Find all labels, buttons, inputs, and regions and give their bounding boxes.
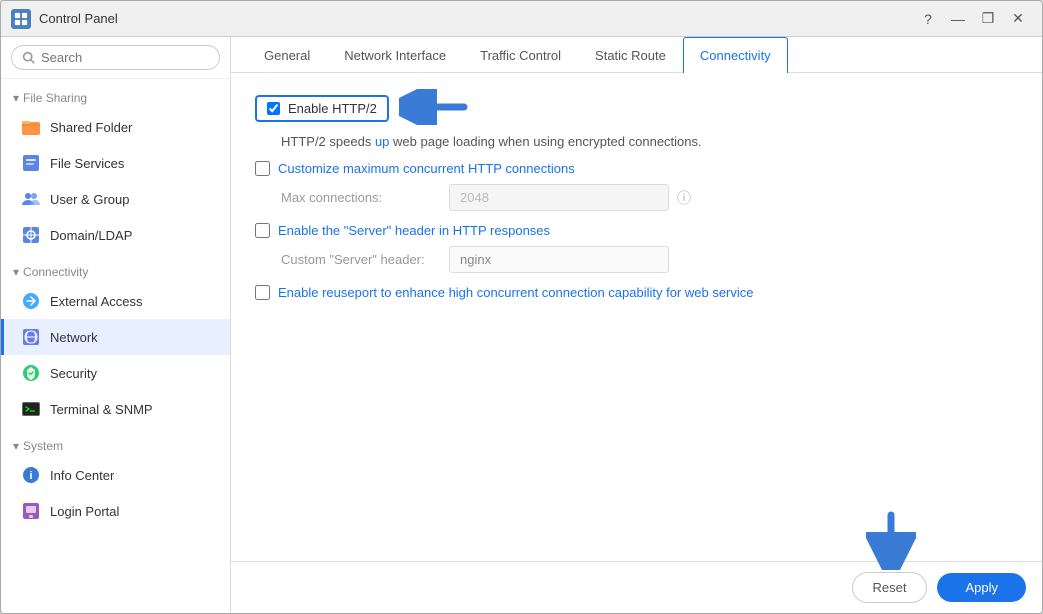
sidebar-label-file-services: File Services	[50, 156, 124, 171]
sidebar-item-shared-folder[interactable]: Shared Folder	[1, 109, 230, 145]
sidebar-item-file-services[interactable]: File Services	[1, 145, 230, 181]
sidebar-item-terminal-snmp[interactable]: Terminal & SNMP	[1, 391, 230, 427]
sidebar-item-network[interactable]: Network	[1, 319, 230, 355]
main-layout: File Sharing Shared Folder File Services	[1, 37, 1042, 613]
customize-connections-row: Customize maximum concurrent HTTP connec…	[255, 161, 1018, 176]
enable-server-header-row: Enable the "Server" header in HTTP respo…	[255, 223, 1018, 238]
help-button[interactable]: ?	[914, 5, 942, 33]
domain-icon	[20, 224, 42, 246]
enable-http2-container: Enable HTTP/2	[255, 95, 389, 122]
user-group-icon	[20, 188, 42, 210]
maximize-button[interactable]: ❐	[974, 5, 1002, 33]
http2-desc-link: up	[375, 134, 389, 149]
tab-general[interactable]: General	[247, 37, 327, 73]
tab-connectivity[interactable]: Connectivity	[683, 37, 788, 73]
file-services-icon	[20, 152, 42, 174]
enable-server-header-checkbox[interactable]	[255, 223, 270, 238]
sidebar-item-external-access[interactable]: External Access	[1, 283, 230, 319]
enable-http2-label[interactable]: Enable HTTP/2	[288, 101, 377, 116]
section-label-connectivity: Connectivity	[23, 265, 88, 279]
enable-reuseport-checkbox[interactable]	[255, 285, 270, 300]
window-controls: ? — ❐ ✕	[914, 5, 1032, 33]
section-file-sharing: File Sharing Shared Folder File Services	[1, 83, 230, 253]
enable-reuseport-label[interactable]: Enable reuseport to enhance high concurr…	[278, 285, 754, 300]
tab-network-interface[interactable]: Network Interface	[327, 37, 463, 73]
tab-bar: General Network Interface Traffic Contro…	[231, 37, 1042, 73]
chevron-system	[13, 439, 19, 453]
section-header-connectivity[interactable]: Connectivity	[1, 257, 230, 283]
bottom-bar: Reset Apply	[231, 561, 1042, 613]
tab-static-route[interactable]: Static Route	[578, 37, 683, 73]
enable-http2-checkbox[interactable]	[267, 102, 280, 115]
section-header-file-sharing[interactable]: File Sharing	[1, 83, 230, 109]
sidebar-label-security: Security	[50, 366, 97, 381]
sidebar-item-info-center[interactable]: i Info Center	[1, 457, 230, 493]
app-icon	[11, 9, 31, 29]
arrow-annotation-apply	[866, 510, 916, 573]
search-icon	[22, 51, 35, 64]
http2-desc-suffix: web page loading when using encrypted co…	[389, 134, 701, 149]
sidebar-label-external-access: External Access	[50, 294, 143, 309]
shared-folder-icon	[20, 116, 42, 138]
svg-text:i: i	[29, 470, 32, 482]
info-center-icon: i	[20, 464, 42, 486]
chevron-connectivity	[13, 265, 19, 279]
sidebar-label-domain-ldap: Domain/LDAP	[50, 228, 132, 243]
content-wrapper: General Network Interface Traffic Contro…	[231, 37, 1042, 613]
max-connections-input[interactable]	[449, 184, 669, 211]
security-icon	[20, 362, 42, 384]
customize-connections-checkbox[interactable]	[255, 161, 270, 176]
custom-server-header-label: Custom "Server" header:	[281, 252, 441, 267]
terminal-icon	[20, 398, 42, 420]
http2-desc-prefix: HTTP/2 speeds	[281, 134, 375, 149]
custom-server-header-row: Custom "Server" header:	[281, 246, 1018, 273]
http2-description: HTTP/2 speeds up web page loading when u…	[281, 134, 1018, 149]
reset-button[interactable]: Reset	[852, 572, 928, 603]
sidebar-item-security[interactable]: Security	[1, 355, 230, 391]
minimize-button[interactable]: —	[944, 5, 972, 33]
sidebar-label-info-center: Info Center	[50, 468, 114, 483]
network-icon	[20, 326, 42, 348]
sidebar-item-login-portal[interactable]: Login Portal	[1, 493, 230, 529]
sidebar-label-terminal-snmp: Terminal & SNMP	[50, 402, 153, 417]
close-button[interactable]: ✕	[1004, 5, 1032, 33]
max-connections-info-icon: ⓘ	[677, 188, 691, 208]
sidebar-item-user-group[interactable]: User & Group	[1, 181, 230, 217]
window-title: Control Panel	[39, 11, 906, 26]
section-header-system[interactable]: System	[1, 431, 230, 457]
section-label-file-sharing: File Sharing	[23, 91, 87, 105]
section-system: System i Info Center Login Portal	[1, 431, 230, 529]
customize-connections-label[interactable]: Customize maximum concurrent HTTP connec…	[278, 161, 575, 176]
search-box[interactable]	[11, 45, 220, 70]
enable-reuseport-row: Enable reuseport to enhance high concurr…	[255, 285, 1018, 300]
sidebar-label-network: Network	[50, 330, 98, 345]
section-connectivity: Connectivity External Access Network	[1, 257, 230, 427]
max-connections-row: Max connections: ⓘ	[281, 184, 1018, 211]
arrow-annotation-http2	[399, 89, 469, 128]
tab-traffic-control[interactable]: Traffic Control	[463, 37, 578, 73]
titlebar: Control Panel ? — ❐ ✕	[1, 1, 1042, 37]
main-window: Control Panel ? — ❐ ✕ File Sharing	[0, 0, 1043, 614]
sidebar-label-login-portal: Login Portal	[50, 504, 119, 519]
content-area: General Network Interface Traffic Contro…	[231, 37, 1042, 613]
sidebar: File Sharing Shared Folder File Services	[1, 37, 231, 613]
apply-button[interactable]: Apply	[937, 573, 1026, 602]
sidebar-item-domain-ldap[interactable]: Domain/LDAP	[1, 217, 230, 253]
max-connections-label: Max connections:	[281, 190, 441, 205]
section-label-system: System	[23, 439, 63, 453]
enable-server-header-label[interactable]: Enable the "Server" header in HTTP respo…	[278, 223, 550, 238]
search-input[interactable]	[41, 50, 209, 65]
sidebar-search-container	[1, 37, 230, 79]
chevron-file-sharing	[13, 91, 19, 105]
sidebar-label-shared-folder: Shared Folder	[50, 120, 132, 135]
login-portal-icon	[20, 500, 42, 522]
panel-body: Enable HTTP/2	[231, 73, 1042, 561]
external-access-icon	[20, 290, 42, 312]
sidebar-label-user-group: User & Group	[50, 192, 129, 207]
custom-server-header-input[interactable]	[449, 246, 669, 273]
